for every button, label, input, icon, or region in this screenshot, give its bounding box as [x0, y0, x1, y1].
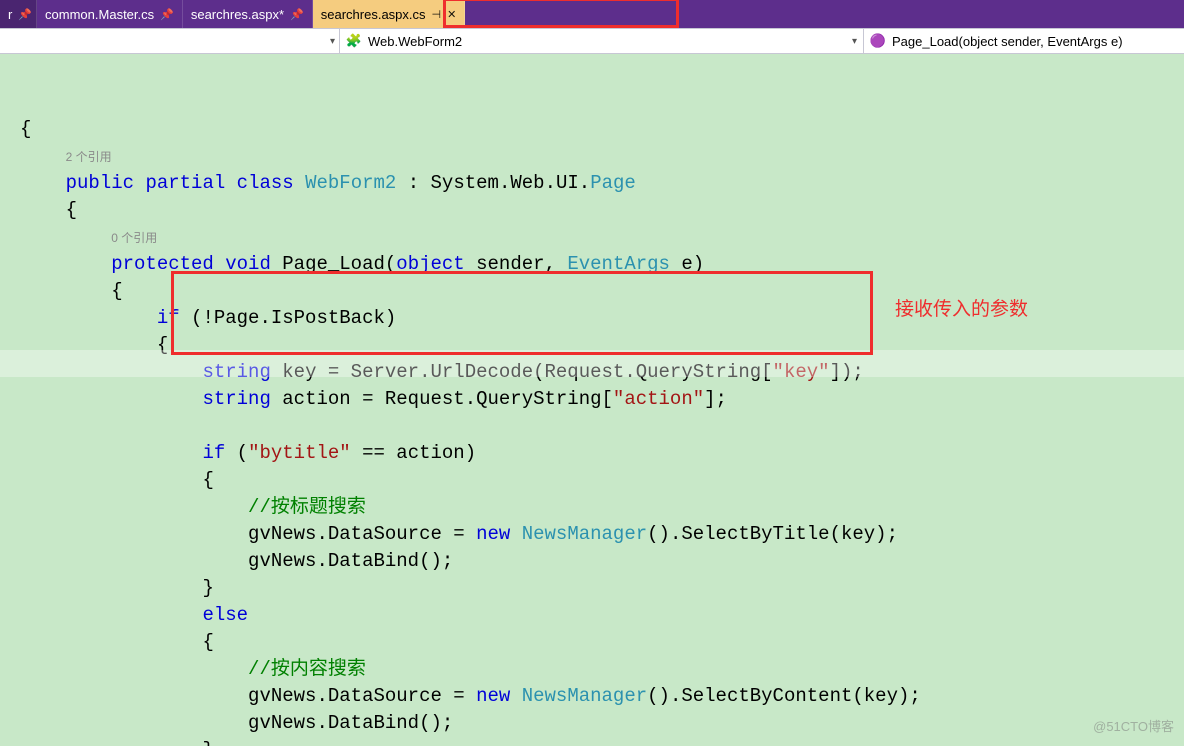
code-token: (!Page.IsPostBack)	[180, 307, 397, 329]
code-token: key = Server.UrlDecode(Request.QueryStri…	[271, 361, 773, 383]
pin-icon[interactable]: ⊣	[432, 8, 442, 21]
code-token: e	[670, 253, 693, 275]
code-token: if	[202, 442, 225, 464]
pin-icon[interactable]: 📌	[18, 8, 32, 21]
code-token: (	[385, 253, 396, 275]
code-token: {	[202, 631, 213, 653]
code-token: .	[499, 172, 510, 194]
code-token: public	[66, 172, 134, 194]
tab-label: searchres.aspx*	[191, 7, 284, 22]
tab-label: searchres.aspx.cs	[321, 7, 426, 22]
code-token: gvNews.DataSource =	[248, 685, 476, 707]
tab-label: common.Master.cs	[45, 7, 154, 22]
code-token: ];	[704, 388, 727, 410]
class-icon: 🧩	[346, 33, 362, 49]
method-icon: 🟣	[870, 33, 886, 49]
code-token: {	[66, 199, 77, 221]
annotation-box-tab	[443, 0, 679, 28]
method-dropdown-label: Page_Load(object sender, EventArgs e)	[892, 34, 1123, 49]
code-token: == action)	[351, 442, 476, 464]
code-token: NewsManager	[522, 523, 647, 545]
code-token: "action"	[613, 388, 704, 410]
code-token: }	[202, 739, 213, 746]
code-token: ]);	[830, 361, 864, 383]
code-token: string	[202, 388, 270, 410]
code-token: string	[202, 361, 270, 383]
code-token: object	[396, 253, 464, 275]
code-token: sender,	[465, 253, 568, 275]
code-token: gvNews.DataBind();	[248, 550, 453, 572]
tab-label: r	[8, 7, 12, 22]
watermark: @51CTO博客	[1093, 713, 1174, 740]
annotation-label: 接收传入的参数	[895, 296, 1028, 323]
code-token: ().SelectByContent(key);	[647, 685, 921, 707]
tab-searchres-aspx-cs[interactable]: searchres.aspx.cs ⊣ ✕	[313, 0, 466, 28]
chevron-down-icon: ▾	[852, 36, 857, 47]
method-dropdown[interactable]: 🟣 Page_Load(object sender, EventArgs e)	[864, 29, 1184, 53]
code-token: action = Request.QueryString[	[271, 388, 613, 410]
pin-icon[interactable]: 📌	[160, 8, 174, 21]
code-token: void	[225, 253, 271, 275]
code-token: ().SelectByTitle(key);	[647, 523, 898, 545]
code-token: protected	[111, 253, 214, 275]
code-token: :	[396, 172, 430, 194]
code-token: System	[431, 172, 499, 194]
context-bar: ▾ 🧩 Web.WebForm2 ▾ 🟣 Page_Load(object se…	[0, 28, 1184, 54]
code-token: .	[545, 172, 556, 194]
code-comment: //按内容搜索	[248, 658, 366, 680]
code-token: new	[476, 685, 510, 707]
code-token: "bytitle"	[248, 442, 351, 464]
code-token: NewsManager	[522, 685, 647, 707]
tab-common-master[interactable]: common.Master.cs 📌	[37, 0, 183, 28]
code-token: }	[202, 577, 213, 599]
codelens-method[interactable]: 0 个引用	[111, 231, 157, 245]
code-token: gvNews.DataSource =	[248, 523, 476, 545]
chevron-down-icon: ▾	[330, 36, 335, 47]
class-dropdown[interactable]: 🧩 Web.WebForm2 ▾	[340, 29, 864, 53]
code-token: UI	[556, 172, 579, 194]
class-dropdown-label: Web.WebForm2	[368, 34, 462, 49]
project-dropdown[interactable]: ▾	[0, 29, 340, 53]
close-icon[interactable]: ✕	[447, 8, 456, 21]
code-token: {	[202, 469, 213, 491]
code-token: .	[579, 172, 590, 194]
code-comment: //按标题搜索	[248, 496, 366, 518]
codelens-class[interactable]: 2 个引用	[66, 150, 112, 164]
code-token: gvNews.DataBind();	[248, 712, 453, 734]
code-token: partial	[145, 172, 225, 194]
code-token: {	[20, 118, 31, 140]
code-token: else	[202, 604, 248, 626]
tab-partial-left[interactable]: r 📌	[0, 0, 37, 28]
tab-searchres-aspx[interactable]: searchres.aspx* 📌	[183, 0, 313, 28]
code-token: )	[693, 253, 704, 275]
code-token: {	[157, 334, 168, 356]
code-token: WebForm2	[305, 172, 396, 194]
tab-bar: r 📌 common.Master.cs 📌 searchres.aspx* 📌…	[0, 0, 1184, 28]
code-token: {	[111, 280, 122, 302]
code-token: if	[157, 307, 180, 329]
code-token: (	[225, 442, 248, 464]
code-token: Web	[510, 172, 544, 194]
pin-icon[interactable]: 📌	[290, 8, 304, 21]
code-editor[interactable]: { 2 个引用 public partial class WebForm2 : …	[0, 54, 1184, 746]
code-token: class	[237, 172, 294, 194]
code-token: EventArgs	[567, 253, 670, 275]
code-token: Page	[590, 172, 636, 194]
code-token: "key"	[773, 361, 830, 383]
code-token: new	[476, 523, 510, 545]
code-token: Page_Load	[282, 253, 385, 275]
